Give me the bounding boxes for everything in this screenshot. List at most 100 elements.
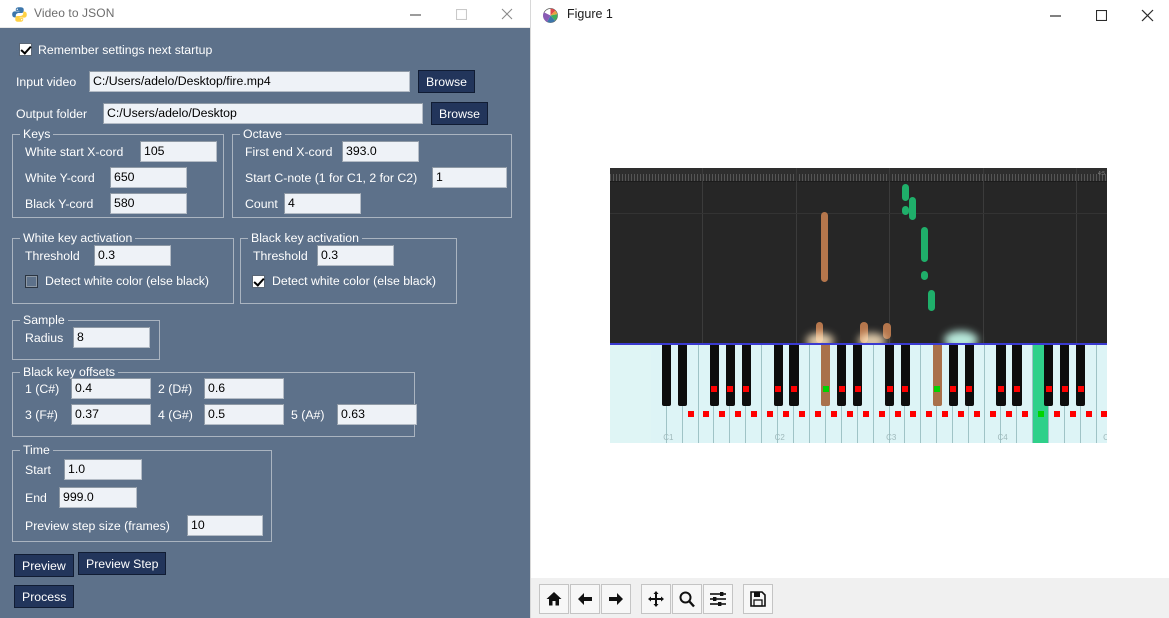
time-end-field[interactable]: 999.0 <box>59 487 137 508</box>
white-key-sample-marker <box>862 410 869 417</box>
piano-black-key <box>662 344 672 406</box>
white-start-x-field[interactable]: 105 <box>140 141 217 162</box>
plot-axes[interactable]: 4:5 C1 C2 C3 C4 C <box>610 168 1107 443</box>
keys-group-title: Keys <box>20 127 54 141</box>
piano-black-key <box>725 344 735 406</box>
offset-2-field[interactable]: 0.6 <box>204 378 284 399</box>
close-icon[interactable] <box>484 0 530 28</box>
piano-black-key <box>884 344 895 406</box>
octave-label: C4 <box>997 433 1008 442</box>
figure-canvas[interactable]: 4:5 C1 C2 C3 C4 C <box>531 30 1169 578</box>
minimize-icon[interactable] <box>1032 0 1078 30</box>
white-key-activation-group: White key activation Threshold 0.3 Detec… <box>12 231 234 304</box>
offset-4-label: 4 (G#) <box>158 408 193 422</box>
time-start-field[interactable]: 1.0 <box>64 459 142 480</box>
black-y-field[interactable]: 580 <box>110 193 187 214</box>
white-key-sample-marker <box>1053 410 1060 417</box>
forward-arrow-icon[interactable] <box>601 583 631 614</box>
remember-settings-label: Remember settings next startup <box>38 43 213 57</box>
preview-step-size-label: Preview step size (frames) <box>25 519 170 533</box>
black-detect-white-checkbox[interactable] <box>252 275 265 288</box>
note-block <box>920 271 928 280</box>
white-key-sample-marker <box>767 410 774 417</box>
piano-keyboard: C1 C2 C3 C4 C5 <box>610 342 1107 443</box>
save-floppy-icon[interactable] <box>743 583 773 614</box>
remember-settings-checkbox[interactable] <box>19 43 32 56</box>
figure-window-title: Figure 1 <box>567 7 613 21</box>
tk-title-bar: Video to JSON <box>0 0 530 28</box>
maximize-icon[interactable] <box>438 0 484 28</box>
count-label: Count <box>245 197 278 211</box>
white-key-sample-marker <box>687 410 694 417</box>
black-key-offsets-group: Black key offsets 1 (C#) 0.4 2 (D#) 0.6 … <box>12 365 417 437</box>
black-key-sample-marker <box>711 386 718 393</box>
white-key-sample-marker <box>1101 410 1107 417</box>
white-threshold-label: Threshold <box>25 249 80 263</box>
maximize-icon[interactable] <box>1078 0 1124 30</box>
start-c-note-field[interactable]: 1 <box>432 167 507 188</box>
sample-group: Sample Radius 8 <box>12 313 160 360</box>
offset-2-label: 2 (D#) <box>158 382 193 396</box>
octave-group: Octave First end X-cord 393.0 Start C-no… <box>232 127 512 218</box>
offset-4-field[interactable]: 0.5 <box>204 404 284 425</box>
piano-black-key <box>837 344 847 406</box>
black-key-activation-group: Black key activation Threshold 0.3 Detec… <box>240 231 457 304</box>
pan-move-icon[interactable] <box>641 583 671 614</box>
black-key-sample-marker <box>822 386 829 393</box>
white-key-sample-marker <box>1037 410 1044 417</box>
black-key-sample-marker <box>934 386 941 393</box>
preview-step-size-field[interactable]: 10 <box>187 515 263 536</box>
time-end-label: End <box>25 491 47 505</box>
piano-black-key <box>789 344 799 406</box>
white-key-sample-marker <box>830 410 837 417</box>
matplotlib-figure-window: Figure 1 4:5 C1 C2 C3 C4 C <box>530 0 1169 618</box>
black-threshold-field[interactable]: 0.3 <box>317 245 394 266</box>
piano-white-key <box>1096 344 1107 443</box>
white-key-sample-marker <box>878 410 885 417</box>
piano-black-key <box>964 344 974 406</box>
output-folder-browse-button[interactable]: Browse <box>431 102 489 125</box>
white-key-sample-marker <box>814 410 821 417</box>
white-start-x-label: White start X-cord <box>25 145 124 159</box>
piano-black-key-active <box>932 344 942 406</box>
preview-step-button[interactable]: Preview Step <box>78 552 167 575</box>
black-key-sample-marker <box>966 386 973 393</box>
white-threshold-field[interactable]: 0.3 <box>94 245 171 266</box>
piano-black-key <box>773 344 783 406</box>
input-video-browse-button[interactable]: Browse <box>418 70 476 93</box>
white-y-label: White Y-cord <box>25 171 95 185</box>
back-arrow-icon[interactable] <box>570 583 600 614</box>
piano-black-key <box>900 344 911 406</box>
input-video-field[interactable]: C:/Users/adelo/Desktop/fire.mp4 <box>89 71 410 92</box>
black-key-sample-marker <box>791 386 798 393</box>
process-button[interactable]: Process <box>14 585 75 608</box>
black-key-offsets-title: Black key offsets <box>20 365 119 379</box>
white-y-field[interactable]: 650 <box>110 167 187 188</box>
piano-black-key <box>1075 344 1086 406</box>
video-timeline-strip: 4:5 <box>610 168 1107 182</box>
offset-1-field[interactable]: 0.4 <box>71 378 151 399</box>
close-icon[interactable] <box>1124 0 1169 30</box>
piano-black-key <box>1044 344 1054 406</box>
white-key-activation-title: White key activation <box>20 231 136 245</box>
first-end-x-field[interactable]: 393.0 <box>342 141 419 162</box>
piano-black-key <box>677 344 688 406</box>
sample-radius-field[interactable]: 8 <box>73 327 150 348</box>
count-field[interactable]: 4 <box>284 193 361 214</box>
black-key-sample-marker <box>950 386 957 393</box>
offset-3-field[interactable]: 0.37 <box>71 404 151 425</box>
output-folder-field[interactable]: C:/Users/adelo/Desktop <box>103 103 423 124</box>
zoom-magnifier-icon[interactable] <box>672 583 702 614</box>
white-detect-white-checkbox[interactable] <box>25 275 38 288</box>
configure-subplots-icon[interactable] <box>703 583 733 614</box>
white-key-sample-marker <box>799 410 805 417</box>
output-folder-label: Output folder <box>16 107 88 121</box>
home-icon[interactable] <box>539 583 569 614</box>
toolbar-separator <box>632 584 641 614</box>
black-key-activation-title: Black key activation <box>248 231 362 245</box>
black-key-sample-marker <box>727 386 734 393</box>
offset-5-field[interactable]: 0.63 <box>337 404 417 425</box>
preview-button[interactable]: Preview <box>14 554 74 577</box>
minimize-icon[interactable] <box>392 0 438 28</box>
piano-black-key <box>948 344 958 406</box>
